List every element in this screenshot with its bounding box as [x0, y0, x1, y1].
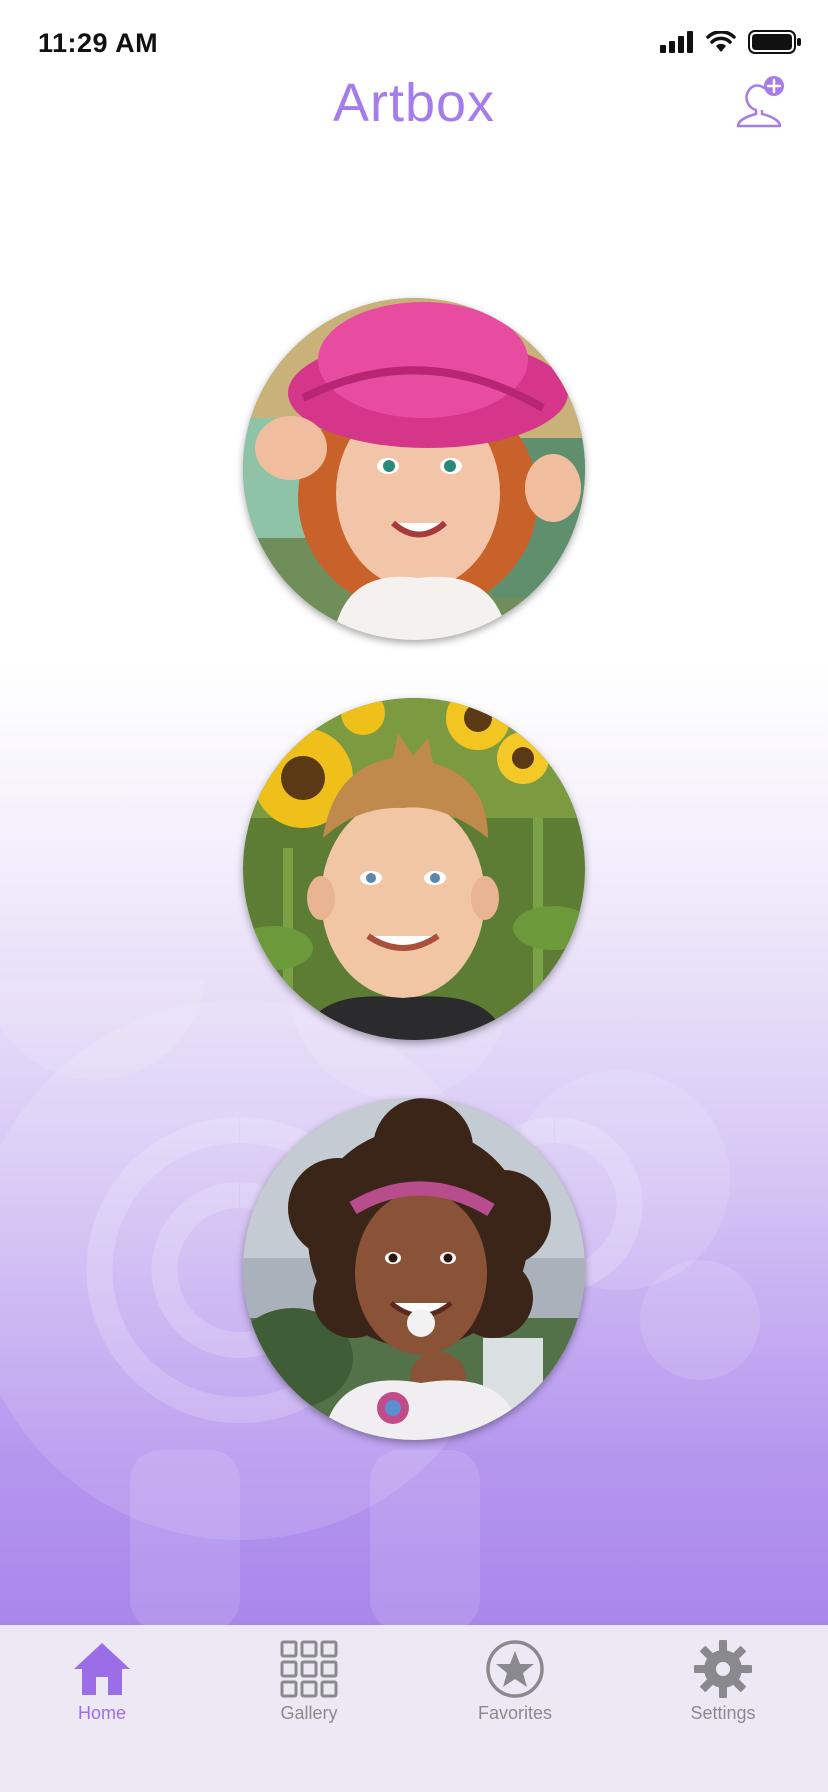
tab-gallery-label: Gallery — [280, 1703, 338, 1723]
profile-avatar-3[interactable] — [243, 1098, 585, 1440]
child-sunflowers-photo — [243, 698, 585, 1040]
tab-settings-label: Settings — [690, 1703, 756, 1723]
battery-icon — [748, 30, 801, 54]
grid-icon — [280, 1640, 338, 1698]
status-icons — [660, 30, 802, 54]
tab-favorites-label: Favorites — [477, 1703, 553, 1723]
app-title: Artbox — [332, 73, 496, 133]
gear-icon — [694, 1640, 752, 1698]
child-curly-hair-photo — [243, 1098, 585, 1440]
status-time: 11:29 AM — [38, 28, 159, 58]
home-screen: 11:29 AM Artbox Home Gallery Favorites S… — [0, 0, 828, 1792]
add-profile-button[interactable] — [734, 74, 788, 128]
child-pink-hat-photo — [243, 298, 585, 640]
status-bar: 11:29 AM — [0, 0, 828, 80]
signal-icon — [660, 31, 693, 53]
profile-avatar-2[interactable] — [243, 698, 585, 1040]
tab-bar: Home Gallery Favorites Settings — [0, 1625, 828, 1792]
profile-avatar-1[interactable] — [243, 298, 585, 640]
add-user-icon — [736, 76, 784, 128]
home-icon — [74, 1643, 130, 1695]
tab-settings[interactable]: Settings — [648, 1637, 798, 1724]
tab-home-label: Home — [77, 1703, 126, 1723]
tab-home[interactable]: Home — [27, 1637, 177, 1724]
star-icon — [486, 1640, 544, 1698]
wifi-icon — [706, 31, 736, 52]
tab-gallery[interactable]: Gallery — [234, 1637, 384, 1724]
tab-favorites[interactable]: Favorites — [440, 1637, 590, 1724]
